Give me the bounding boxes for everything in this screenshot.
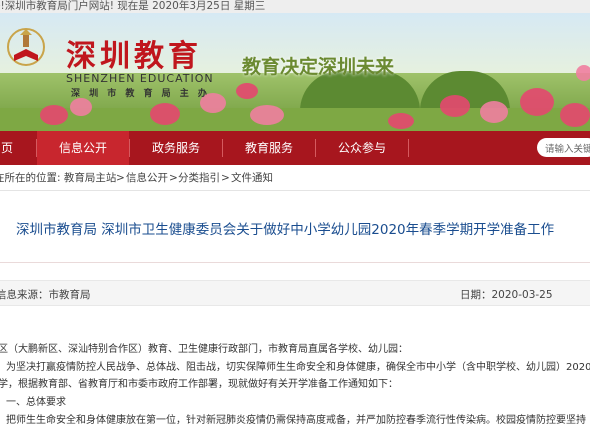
site-slogan: 教育决定深圳未来 (242, 56, 395, 78)
flower-decoration (388, 113, 414, 129)
site-sponsor: 深 圳 市 教 育 局 主 办 (71, 89, 210, 99)
breadcrumb-item-category[interactable]: 分类指引 (178, 165, 220, 191)
nav-separator (408, 139, 409, 157)
school-emblem-icon (7, 28, 45, 66)
search-placeholder: 请输入关键字 (545, 144, 590, 155)
flower-decoration (440, 95, 470, 117)
title-divider (0, 262, 590, 263)
nav-item-education-services[interactable]: 教育服务 (223, 131, 315, 165)
flower-decoration (150, 103, 180, 125)
breadcrumb-separator: > (169, 172, 178, 184)
article-paragraph: 区（大鹏新区、深汕特别合作区）教育、卫生健康行政部门，市教育局直属各学校、幼儿园… (0, 344, 408, 355)
flower-decoration (70, 98, 92, 116)
flower-decoration (520, 88, 554, 116)
site-title-english: SHENZHEN EDUCATION (66, 72, 214, 85)
welcome-text: 好!深圳市教育局门户网站! 现在是 2020年3月25日 星期三 (0, 0, 266, 12)
flower-decoration (40, 105, 68, 125)
site-banner: 深圳教育 SHENZHEN EDUCATION 深 圳 市 教 育 局 主 办 … (0, 13, 590, 131)
flower-decoration (236, 83, 258, 99)
nav-item-public-participation[interactable]: 公众参与 (316, 131, 408, 165)
breadcrumb-separator: > (221, 172, 230, 184)
flower-decoration (560, 103, 590, 127)
main-nav: 页 信息公开 政务服务 教育服务 公众参与 (0, 131, 590, 165)
article-title: 深圳市教育局 深圳市卫生健康委员会关于做好中小学幼儿园2020年春季学期开学准备… (16, 222, 555, 238)
article-meta: 信息来源：市教育局 日期：2020-03-25 (0, 280, 590, 306)
article-source: 信息来源：市教育局 (0, 289, 91, 301)
breadcrumb-item-info[interactable]: 信息公开 (126, 165, 168, 191)
flower-decoration (576, 65, 590, 81)
breadcrumb-separator: > (116, 172, 125, 184)
flower-decoration (480, 101, 508, 123)
breadcrumb-location[interactable]: 在所在的位置: 教育局主站 (0, 165, 116, 191)
nav-item-home[interactable]: 页 (0, 131, 18, 165)
nav-item-info-disclosure[interactable]: 信息公开 (37, 131, 129, 165)
site-title: 深圳教育 (66, 39, 202, 74)
breadcrumb: 在所在的位置: 教育局主站 > 信息公开 > 分类指引 > 文件通知 (0, 165, 590, 191)
nav-item-government-services[interactable]: 政务服务 (130, 131, 222, 165)
article-paragraph: 把师生生命安全和身体健康放在第一位，针对新冠肺炎疫情仍需保持高度戒备，并严加防控… (6, 415, 586, 426)
article-date: 日期：2020-03-25 (460, 289, 553, 301)
article-paragraph: 学，根据教育部、省教育厅和市委市政府工作部署，现就做好有关开学准备工作通知如下： (0, 379, 398, 390)
welcome-bar: 好!深圳市教育局门户网站! 现在是 2020年3月25日 星期三 (0, 0, 590, 13)
flower-decoration (250, 105, 284, 125)
breadcrumb-item-notices[interactable]: 文件通知 (231, 165, 273, 191)
search-input[interactable]: 请输入关键字 (537, 138, 590, 157)
article-section-heading: 一、总体要求 (6, 397, 66, 408)
article-paragraph: 为坚决打赢疫情防控人民战争、总体战、阻击战，切实保障师生生命安全和身体健康，确保… (6, 362, 590, 373)
